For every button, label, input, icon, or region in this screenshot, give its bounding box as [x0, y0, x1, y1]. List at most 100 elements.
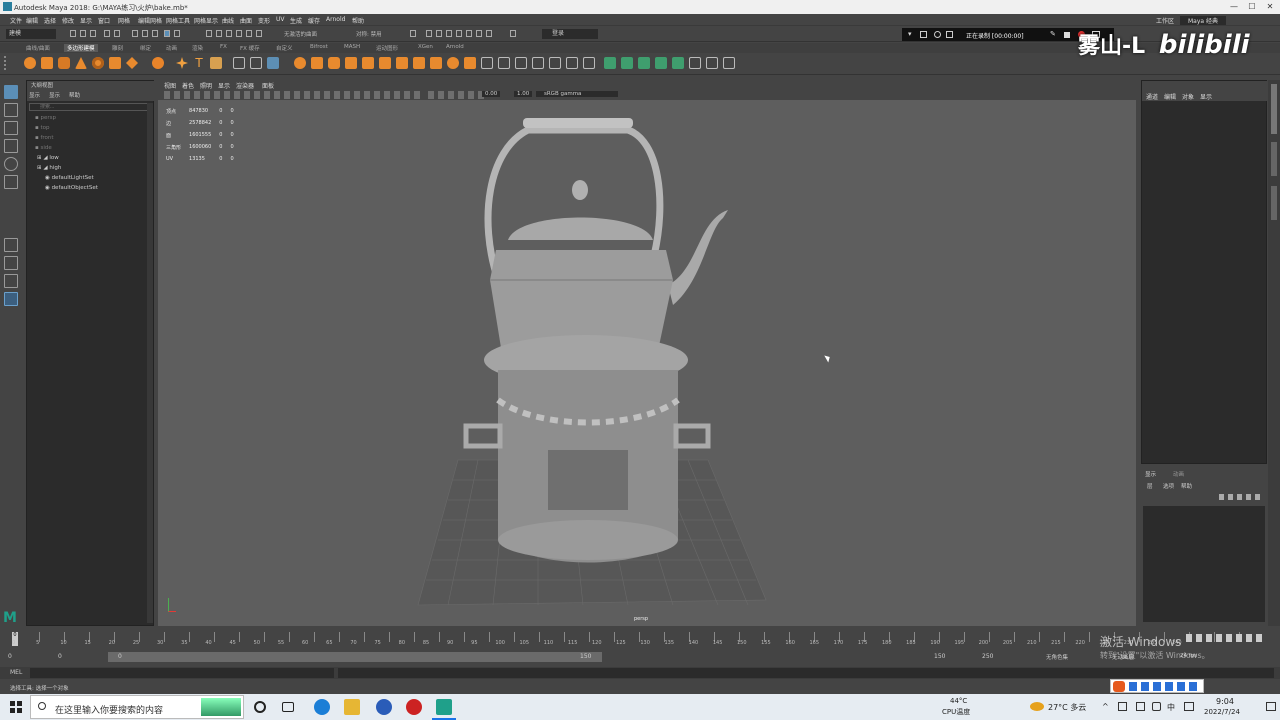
append-polygon-icon[interactable]	[430, 57, 442, 69]
vp-menu-shading[interactable]: 着色	[182, 81, 194, 90]
time-slider[interactable]: 0 0 5 10 15 20 25 30 35 40 45 50 55 60 65 70 75 80 85 90 95…	[0, 630, 1280, 648]
cb-menu-channels[interactable]: 通道	[1146, 92, 1158, 101]
outliner-item-low[interactable]: ⊞ ◢ low	[37, 155, 59, 165]
maya-taskbar-icon[interactable]	[436, 699, 452, 715]
snap-pivot-icon[interactable]	[256, 30, 262, 37]
extrude-icon[interactable]	[362, 57, 374, 69]
cb-menu-edit[interactable]: 编辑	[1164, 92, 1176, 101]
redo-icon[interactable]	[114, 30, 120, 37]
four-view-layout-icon[interactable]	[4, 256, 18, 270]
vp-menu-show[interactable]: 显示	[218, 81, 230, 90]
display-icon[interactable]	[1136, 702, 1145, 711]
rec-region-icon[interactable]	[946, 31, 953, 38]
menu-deform[interactable]: 变形	[258, 16, 270, 25]
shelf-tab-sculpting[interactable]: 雕刻	[112, 44, 123, 52]
menu-file[interactable]: 文件	[10, 16, 22, 25]
rotate-tool-icon[interactable]	[4, 157, 18, 171]
mel-label[interactable]: MEL	[10, 669, 22, 676]
boolean-difference-icon[interactable]	[311, 57, 323, 69]
maximize-button[interactable]: ☐	[1246, 2, 1258, 12]
outliner-menu-show[interactable]: 显示	[49, 91, 60, 99]
range-end-field[interactable]: 150	[934, 653, 945, 660]
poly-sphere-icon[interactable]	[24, 57, 36, 69]
render-settings-icon[interactable]	[446, 30, 452, 37]
rec-dropdown-icon[interactable]: ▾	[908, 30, 912, 38]
ime-mode-icon[interactable]	[1184, 702, 1194, 711]
menu-cache[interactable]: 缓存	[308, 16, 320, 25]
sew-uv-icon[interactable]	[706, 57, 718, 69]
char-set-dropdown[interactable]: 无角色集	[1046, 653, 1068, 661]
fill-hole-icon[interactable]	[413, 57, 425, 69]
shelf-tab-curves[interactable]: 曲线/曲面	[26, 44, 50, 52]
mode-dropdown[interactable]: 建模	[6, 29, 56, 39]
outliner-menu-display[interactable]: 显示	[29, 91, 40, 99]
menu-generate[interactable]: 生成	[290, 16, 302, 25]
menu-uv[interactable]: UV	[276, 16, 285, 23]
attribute-editor-tab[interactable]	[1271, 84, 1277, 134]
menu-mesh-tools[interactable]: 网格工具	[166, 16, 190, 25]
layer-menu-layers[interactable]: 层	[1147, 482, 1153, 490]
outliner-scrollbar[interactable]	[147, 103, 153, 623]
menu-select[interactable]: 选择	[44, 16, 56, 25]
snap-grid-icon[interactable]	[206, 30, 212, 37]
close-button[interactable]: ✕	[1264, 2, 1276, 12]
layer-list[interactable]	[1143, 506, 1265, 622]
render-setup-icon[interactable]	[466, 30, 472, 37]
playback-controls[interactable]	[1186, 634, 1266, 642]
multi-cut-icon[interactable]	[464, 57, 476, 69]
insert-edge-loop-icon[interactable]	[447, 57, 459, 69]
menu-mesh[interactable]: 网格	[118, 16, 130, 25]
boolean-intersection-icon[interactable]	[328, 57, 340, 69]
shelf-tab-arnold[interactable]: Arnold	[446, 44, 464, 50]
clock-time[interactable]: 9:04	[1216, 697, 1234, 706]
mel-input[interactable]	[30, 668, 334, 678]
render-frame-icon[interactable]	[426, 30, 432, 37]
menu-display[interactable]: 显示	[80, 16, 92, 25]
outliner-item-front[interactable]: ▪ front	[35, 135, 54, 145]
symmetry-label[interactable]: 对称: 禁用	[356, 30, 382, 38]
menu-mesh-display[interactable]: 网格显示	[194, 16, 218, 25]
viewport-3d[interactable]: 顶点 847830 0 0 边 2578842 0 0 面 1601555 0 0 三角形 1600…	[158, 100, 1136, 626]
layer-menu-help[interactable]: 帮助	[1181, 482, 1192, 490]
spherical-map-icon[interactable]	[621, 57, 633, 69]
svg-tool-icon[interactable]	[210, 57, 222, 69]
mirror-icon[interactable]	[345, 57, 357, 69]
workspace-dropdown[interactable]: Maya 经典	[1180, 16, 1226, 25]
layer-menu-options[interactable]: 选项	[1163, 482, 1174, 490]
network-icon[interactable]	[1118, 702, 1127, 711]
smooth-icon[interactable]	[267, 57, 279, 69]
bridge-icon[interactable]	[379, 57, 391, 69]
live-surface-label[interactable]: 无激活的曲面	[284, 30, 317, 38]
poly-cube-icon[interactable]	[41, 57, 53, 69]
poly-cylinder-icon[interactable]	[58, 57, 70, 69]
rec-zoom-icon[interactable]	[934, 31, 941, 38]
layout-uv-icon[interactable]	[672, 57, 684, 69]
open-scene-icon[interactable]	[80, 30, 86, 37]
task-view-icon[interactable]	[282, 702, 294, 712]
minimize-button[interactable]: —	[1228, 2, 1240, 12]
modeling-toolkit-tab[interactable]	[1271, 186, 1277, 220]
screen-recorder-icon[interactable]	[406, 699, 422, 715]
menu-modify[interactable]: 修改	[62, 16, 74, 25]
combine-icon[interactable]	[233, 57, 245, 69]
cb-menu-object[interactable]: 对象	[1182, 92, 1194, 101]
construction-history-icon[interactable]	[410, 30, 416, 37]
snap-view-icon[interactable]	[236, 30, 242, 37]
snap-curve-icon[interactable]	[216, 30, 222, 37]
lasso-tool-icon[interactable]	[4, 103, 18, 117]
light-editor-icon[interactable]	[476, 30, 482, 37]
vp-menu-view[interactable]: 视图	[164, 81, 176, 90]
single-perspective-layout-icon[interactable]	[4, 238, 18, 252]
poly-cone-icon[interactable]	[75, 57, 87, 69]
menu-edit-mesh[interactable]: 编辑网格	[138, 16, 162, 25]
hypershade-icon[interactable]	[456, 30, 462, 37]
rec-window-icon[interactable]	[920, 31, 927, 38]
ipr-render-icon[interactable]	[436, 30, 442, 37]
shelf-tab-fx[interactable]: FX	[220, 44, 227, 50]
shelf-tab-rigging[interactable]: 绑定	[140, 44, 151, 52]
planar-map-icon[interactable]	[583, 57, 595, 69]
toggle-panel-icon[interactable]	[510, 30, 516, 37]
cut-uv-icon[interactable]	[723, 57, 735, 69]
scale-tool-icon[interactable]	[4, 175, 18, 189]
shelf-tab-animation[interactable]: 动画	[166, 44, 177, 52]
